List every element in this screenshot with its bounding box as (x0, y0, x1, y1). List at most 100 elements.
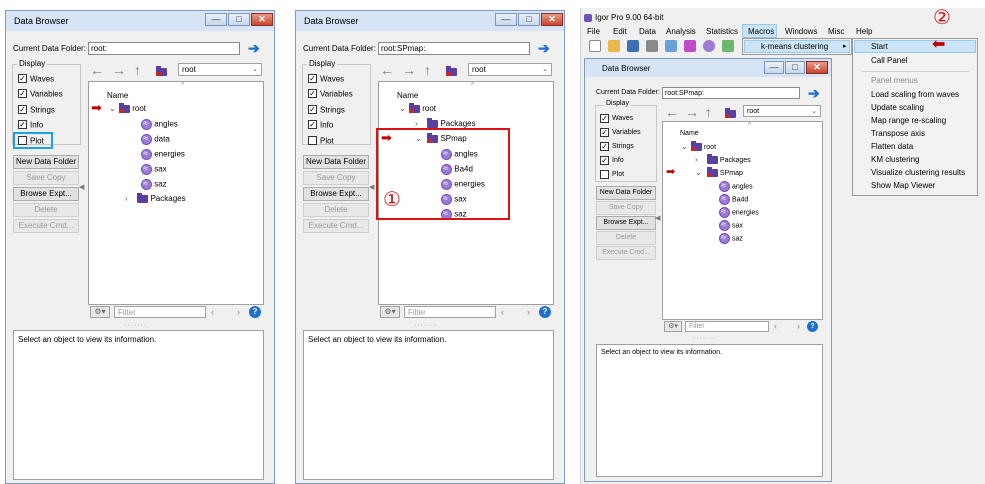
collapse-left-icon[interactable]: ◀ (655, 214, 660, 222)
delete-button[interactable]: Delete (303, 203, 369, 217)
new-data-folder-button[interactable]: New Data Folder (596, 186, 656, 200)
graph-icon[interactable] (684, 40, 696, 52)
up-arrow-icon[interactable]: ↑ (424, 63, 431, 77)
menu-misc[interactable]: Misc (828, 27, 844, 36)
go-arrow-icon[interactable]: ➔ (248, 41, 260, 55)
checkbox-waves[interactable]: ✓ Waves (308, 74, 344, 84)
close-button[interactable]: ✕ (806, 61, 828, 74)
gear-menu-icon[interactable]: ⚙▾ (380, 306, 400, 318)
wave-tool-icon[interactable] (703, 40, 715, 52)
save-icon[interactable] (627, 40, 639, 52)
forward-arrow-icon[interactable]: → (685, 105, 699, 119)
menu-item-km-clustering[interactable]: KM clustering (853, 154, 977, 166)
folder-dropdown[interactable]: root ⌄ (468, 63, 552, 76)
checkbox-info[interactable]: ✓ Info (18, 120, 43, 130)
menu-item-start[interactable]: Start (853, 41, 977, 53)
current-folder-field[interactable]: root:SPmap: (662, 87, 800, 99)
go-arrow-icon[interactable]: ➔ (808, 86, 820, 100)
current-folder-field[interactable]: root:SPmap: (378, 42, 530, 55)
menu-item-transpose-axis[interactable]: Transpose axis (853, 128, 977, 140)
execute-cmd-button[interactable]: Execute Cmd... (596, 246, 656, 260)
scroll-right-icon[interactable]: › (237, 307, 240, 317)
save-copy-button[interactable]: Save Copy (596, 201, 656, 215)
tree-folder-spmap[interactable]: ⌄ SPmap (695, 167, 743, 178)
menu-file[interactable]: File (587, 27, 600, 36)
new-data-folder-button[interactable]: New Data Folder (13, 155, 79, 169)
menu-item-map-range-rescaling[interactable]: Map range re-scaling (853, 115, 977, 127)
checkbox-waves[interactable]: ✓ Waves (18, 74, 54, 84)
scroll-right-icon[interactable]: › (527, 307, 530, 317)
tree-folder-packages[interactable]: › Packages (125, 192, 186, 203)
minimize-button[interactable]: — (495, 13, 517, 26)
tree-wave-angles[interactable]: angles (141, 118, 178, 130)
splitter-handle[interactable]: ······· (414, 322, 437, 329)
tree-folder-packages[interactable]: › Packages (695, 154, 751, 165)
menu-statistics[interactable]: Statistics (706, 27, 738, 36)
open-folder-icon[interactable] (608, 40, 620, 52)
checkbox-strings[interactable]: ✓ Strings (18, 105, 55, 115)
tree-wave-angles[interactable]: angles (719, 180, 753, 192)
forward-arrow-icon[interactable]: → (402, 63, 416, 77)
close-button[interactable]: ✕ (251, 13, 273, 26)
layout-icon[interactable] (722, 40, 734, 52)
scroll-left-icon[interactable]: ‹ (774, 321, 777, 331)
current-folder-field[interactable]: root: (88, 42, 240, 55)
minimize-button[interactable]: — (205, 13, 227, 26)
scroll-left-icon[interactable]: ‹ (501, 307, 504, 317)
browse-expt-button[interactable]: Browse Expt... (596, 216, 656, 230)
menu-item-visualize-clustering[interactable]: Visualize clustering results (853, 167, 977, 179)
folder-dropdown[interactable]: root ⌄ (178, 63, 262, 76)
menu-item-call-panel[interactable]: Call Panel (853, 55, 977, 67)
menu-analysis[interactable]: Analysis (666, 27, 696, 36)
tree-wave-ba4d[interactable]: Ba4d (719, 193, 748, 205)
collapse-left-icon[interactable]: ◀ (369, 183, 374, 191)
menu-item-flatten-data[interactable]: Flatten data (853, 141, 977, 153)
gear-menu-icon[interactable]: ⚙▾ (90, 306, 110, 318)
tree-wave-saz[interactable]: saz (141, 178, 167, 190)
checkbox-strings[interactable]: ✓ Strings (600, 142, 634, 151)
forward-arrow-icon[interactable]: → (112, 63, 126, 77)
menu-item-update-scaling[interactable]: Update scaling (853, 102, 977, 114)
filter-input[interactable]: Filter (114, 306, 206, 318)
checkbox-info[interactable]: ✓ Info (308, 120, 333, 130)
back-arrow-icon[interactable]: ← (665, 105, 679, 119)
tree-wave-saz[interactable]: saz (719, 232, 743, 244)
folder-dropdown[interactable]: root ⌄ (743, 105, 821, 117)
go-arrow-icon[interactable]: ➔ (538, 41, 550, 55)
menu-data[interactable]: Data (639, 27, 656, 36)
maximize-button[interactable]: □ (228, 13, 250, 26)
new-folder-icon[interactable] (725, 107, 736, 118)
filter-input[interactable]: Filter (685, 321, 769, 332)
tree-wave-sax[interactable]: sax (141, 163, 167, 175)
back-arrow-icon[interactable]: ← (380, 63, 394, 77)
tree-wave-energies[interactable]: energies (719, 206, 759, 218)
browse-expt-button[interactable]: Browse Expt... (13, 187, 79, 201)
save-copy-button[interactable]: Save Copy (13, 171, 79, 185)
tree-folder-root[interactable]: ⌄ root (681, 141, 716, 152)
checkbox-plot[interactable]: Plot (308, 136, 334, 146)
menu-item-load-scaling[interactable]: Load scaling from waves (853, 89, 977, 101)
menu-windows[interactable]: Windows (785, 27, 817, 36)
name-column-header[interactable]: Name (680, 130, 699, 137)
name-column-header[interactable]: Name (107, 91, 128, 100)
help-icon[interactable]: ? (249, 306, 261, 318)
checkbox-variables[interactable]: ✓ Variables (600, 128, 641, 137)
menu-item-kmeans-clustering[interactable]: k-means clustering (761, 42, 828, 51)
help-icon[interactable]: ? (539, 306, 551, 318)
scroll-left-icon[interactable]: ‹ (211, 307, 214, 317)
menu-help[interactable]: Help (856, 27, 872, 36)
tree-folder-root[interactable]: ⌄ root (399, 102, 436, 113)
new-folder-icon[interactable] (446, 65, 457, 76)
tree-folder-root[interactable]: ⌄ root (109, 102, 146, 113)
gear-menu-icon[interactable]: ⚙▾ (664, 321, 682, 332)
up-arrow-icon[interactable]: ↑ (705, 105, 712, 119)
collapse-left-icon[interactable]: ◀ (79, 183, 84, 191)
tree-wave-energies[interactable]: energies (141, 148, 185, 160)
save-copy-button[interactable]: Save Copy (303, 171, 369, 185)
print-icon[interactable] (646, 40, 658, 52)
checkbox-strings[interactable]: ✓ Strings (308, 105, 345, 115)
tree-folder-packages[interactable]: › Packages (415, 117, 476, 128)
back-arrow-icon[interactable]: ← (90, 63, 104, 77)
new-data-folder-button[interactable]: New Data Folder (303, 155, 369, 169)
new-file-icon[interactable] (589, 40, 601, 52)
